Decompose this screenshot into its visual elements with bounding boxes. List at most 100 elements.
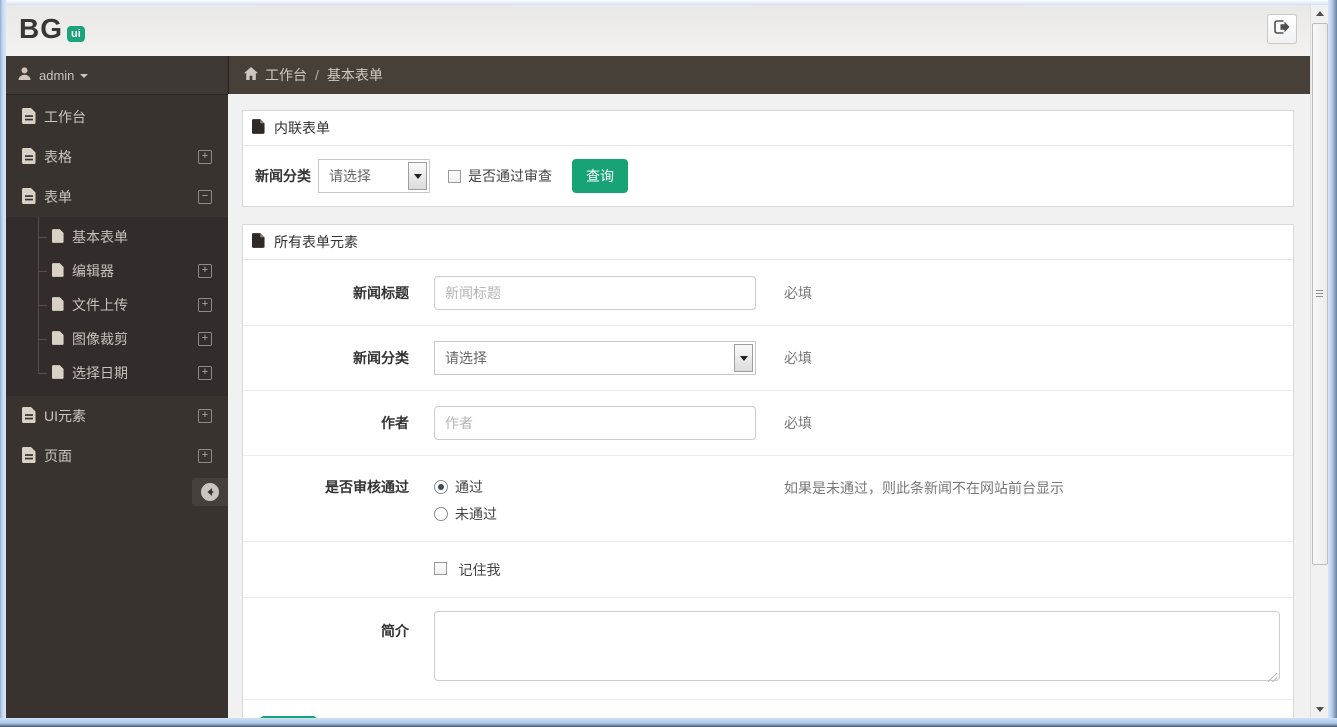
all-elements-panel: 所有表单元素 新闻标题 必填 新闻分类 请选择 <box>242 224 1294 718</box>
chevron-down-icon <box>80 74 89 78</box>
news-title-row: 新闻标题 必填 <box>243 260 1293 325</box>
remember-me-checkbox[interactable] <box>434 561 447 575</box>
sidebar-subitem-file-upload[interactable]: 文件上传 + <box>6 288 228 322</box>
pass-radio[interactable] <box>434 480 448 494</box>
sidebar: admin 工作台 表格 + 表单 − 基本表单 编辑器 + 文件上传 + 图像… <box>6 56 228 718</box>
chevron-down-icon <box>413 173 422 179</box>
category-select[interactable]: 请选择 <box>318 159 430 193</box>
review-status-row: 是否审核通过 通过 未通过 如果是未通过，则此条新闻不在网站前台显示 <box>243 455 1293 541</box>
news-title-label: 新闻标题 <box>353 284 409 301</box>
sidebar-submenu-forms: 基本表单 编辑器 + 文件上传 + 图像裁剪 + 选择日期 + <box>6 217 228 396</box>
sidebar-subitem-label: 基本表单 <box>72 229 128 245</box>
scroll-down-button[interactable] <box>1311 701 1328 718</box>
author-input[interactable] <box>434 406 756 440</box>
resize-grip-icon[interactable] <box>1268 673 1277 682</box>
expand-plus-icon[interactable]: + <box>198 409 212 423</box>
expand-plus-icon[interactable]: + <box>198 332 212 346</box>
sidebar-item-label: 表格 <box>44 149 72 165</box>
news-title-input[interactable] <box>434 275 756 310</box>
expand-plus-icon[interactable]: + <box>198 150 212 164</box>
breadcrumb-current: 基本表单 <box>326 67 383 83</box>
window-frame-bottom <box>0 718 1337 727</box>
author-label: 作者 <box>381 415 409 431</box>
intro-label: 简介 <box>381 623 409 639</box>
user-icon <box>18 67 31 83</box>
tree-stub <box>38 271 47 272</box>
logo-ui-badge: ui <box>67 26 85 42</box>
sidebar-item-pages[interactable]: 页面 + <box>6 436 228 476</box>
top-header: BG ui <box>6 5 1310 56</box>
news-category-select-value: 请选择 <box>445 350 487 366</box>
scroll-up-button[interactable] <box>1311 5 1328 22</box>
select-dropdown-button[interactable] <box>734 344 753 372</box>
content-body: 内联表单 新闻分类 请选择 是否通过审查 查询 所有表单元素 新闻标题 新闻标题… <box>228 94 1310 718</box>
sidebar-subitem-label: 编辑器 <box>72 263 114 279</box>
user-menu[interactable]: admin <box>6 56 228 95</box>
file-icon <box>52 296 64 314</box>
sidebar-item-forms[interactable]: 表单 − <box>6 177 228 217</box>
inline-form-panel: 内联表单 新闻分类 请选择 是否通过审查 查询 <box>242 110 1294 207</box>
arrow-left-icon <box>201 483 219 501</box>
review-checkbox[interactable] <box>448 169 461 183</box>
expand-plus-icon[interactable]: + <box>198 264 212 278</box>
inline-form: 新闻分类 请选择 是否通过审查 查询 <box>243 146 1293 206</box>
file-icon <box>22 187 36 207</box>
fail-radio[interactable] <box>434 507 448 521</box>
file-icon <box>52 364 64 382</box>
sidebar-item-ui-elements[interactable]: UI元素 + <box>6 396 228 436</box>
logout-button[interactable] <box>1267 14 1297 44</box>
sidebar-item-label: 表单 <box>44 189 72 205</box>
window-frame-right <box>1328 0 1337 727</box>
sidebar-item-workbench[interactable]: 工作台 <box>6 97 228 137</box>
select-dropdown-button[interactable] <box>408 162 427 190</box>
main-content: 工作台 / 基本表单 内联表单 新闻分类 请选择 是否通过审查 查询 所有表单元… <box>228 56 1310 718</box>
required-hint: 必填 <box>784 350 812 366</box>
expand-plus-icon[interactable]: + <box>198 298 212 312</box>
news-category-select[interactable]: 请选择 <box>434 341 756 375</box>
tree-stub <box>38 373 47 374</box>
scrollbar-thumb[interactable] <box>1312 23 1328 565</box>
app-logo: BG ui <box>19 13 85 45</box>
chevron-down-icon <box>739 355 748 361</box>
sidebar-subitem-basic-form[interactable]: 基本表单 <box>6 220 228 254</box>
tree-stub <box>38 237 47 238</box>
breadcrumb-home[interactable]: 工作台 <box>265 65 307 85</box>
review-checkbox-group: 是否通过审查 <box>448 166 552 186</box>
vertical-scrollbar[interactable] <box>1310 5 1328 718</box>
submit-button[interactable] <box>260 716 317 718</box>
breadcrumb-separator: / <box>315 67 319 83</box>
remember-me-label: 记住我 <box>458 561 501 578</box>
sidebar-item-tables[interactable]: 表格 + <box>6 137 228 177</box>
document-icon <box>252 233 265 251</box>
sidebar-subitem-label: 选择日期 <box>72 365 128 381</box>
logout-icon <box>1273 19 1291 40</box>
sidebar-subitem-date-picker[interactable]: 选择日期 + <box>6 356 228 390</box>
remember-me-row: 记住我 <box>243 541 1293 597</box>
inline-form-panel-header: 内联表单 <box>243 111 1293 146</box>
sidebar-subitem-label: 文件上传 <box>72 297 128 313</box>
arrow-up-icon <box>1315 11 1324 16</box>
sidebar-collapse-button[interactable] <box>192 478 228 506</box>
sidebar-nav: 工作台 表格 + 表单 − 基本表单 编辑器 + 文件上传 + 图像裁剪 + 选… <box>6 95 228 476</box>
pass-radio-label: 通过 <box>455 479 483 495</box>
news-category-label: 新闻分类 <box>353 350 409 366</box>
logo-text: BG <box>19 13 63 44</box>
collapse-minus-icon[interactable]: − <box>198 190 212 204</box>
search-button[interactable]: 查询 <box>572 159 628 193</box>
review-status-label: 是否审核通过 <box>325 479 409 495</box>
file-icon <box>52 262 64 280</box>
panel-title: 内联表单 <box>274 120 330 136</box>
document-icon <box>252 119 265 137</box>
required-hint: 必填 <box>784 415 812 431</box>
expand-plus-icon[interactable]: + <box>198 449 212 463</box>
home-icon <box>244 67 258 83</box>
news-category-row: 新闻分类 请选择 必填 <box>243 325 1293 390</box>
sidebar-subitem-image-crop[interactable]: 图像裁剪 + <box>6 322 228 356</box>
review-checkbox-label: 是否通过审查 <box>468 168 552 184</box>
intro-textarea[interactable] <box>434 611 1280 681</box>
expand-plus-icon[interactable]: + <box>198 366 212 380</box>
category-label: 新闻分类 <box>255 168 311 184</box>
sidebar-item-label: 页面 <box>44 448 72 464</box>
intro-row: 简介 <box>243 597 1293 699</box>
sidebar-subitem-editor[interactable]: 编辑器 + <box>6 254 228 288</box>
